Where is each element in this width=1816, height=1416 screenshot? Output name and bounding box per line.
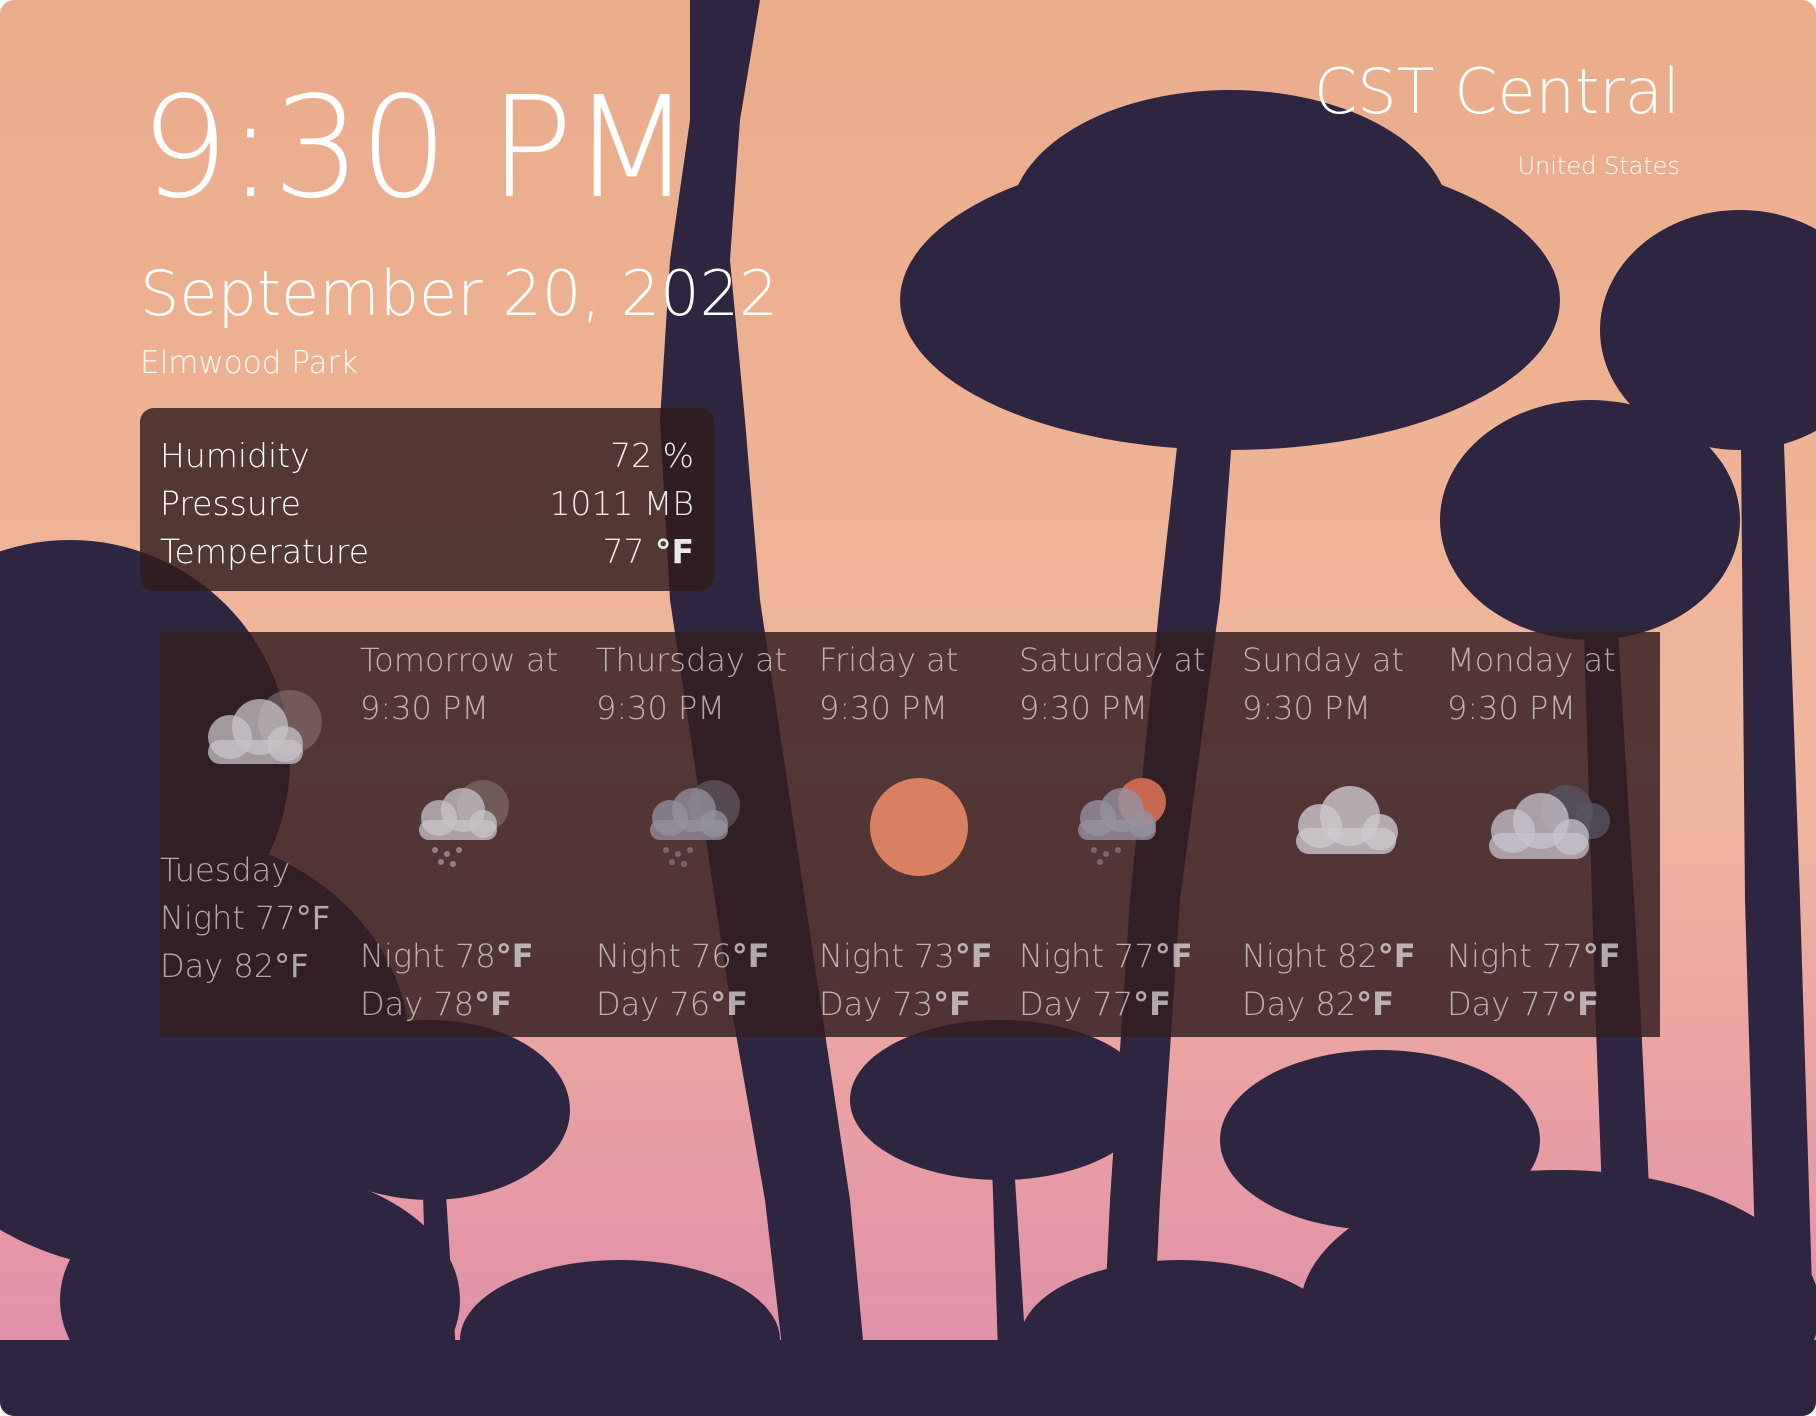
today-name: Tuesday: [160, 851, 291, 889]
rain-icon: [419, 780, 509, 867]
forecast-day: Friday at 9:30 PM Night 73°F Day 73°F: [819, 632, 1019, 1037]
forecast-day-temps: Night 77°F Day 77°F: [1019, 937, 1193, 1023]
temperature-row: Temperature 77 °F: [160, 528, 694, 576]
pressure-value: 1011 MB: [549, 484, 694, 523]
forecast-day-temps: Night 77°F Day 77°F: [1447, 937, 1621, 1023]
sun-cloud-rain-icon: [1078, 778, 1166, 865]
partly-cloudy-icon: [208, 690, 322, 764]
forecast-day-temps: Night 78°F Day 78°F: [360, 937, 534, 1023]
forecast-day-title: Tomorrow at 9:30 PM: [360, 641, 559, 727]
temperature-value: 77 °F: [602, 532, 694, 571]
forecast-today: Tuesday Night 77°F Day 82°F: [160, 632, 360, 1037]
location-name: Elmwood Park: [140, 345, 359, 381]
forecast-day-temps: Night 76°F Day 76°F: [596, 937, 770, 1023]
today-temps: Night 77°F Day 82°F: [160, 899, 331, 985]
humidity-label: Humidity: [160, 436, 310, 475]
forecast-day-title: Sunday at 9:30 PM: [1242, 641, 1405, 727]
current-date: September 20, 2022: [140, 257, 779, 330]
forecast-day-temps: Night 73°F Day 73°F: [819, 937, 993, 1023]
humidity-row: Humidity 72 %: [160, 432, 694, 480]
forecast-panel: Tuesday Night 77°F Day 82°F Tomorrow at 9…: [160, 632, 1660, 1037]
forecast-day-title: Friday at 9:30 PM: [819, 641, 959, 727]
timezone-name: CST Central: [1314, 55, 1680, 128]
temperature-label: Temperature: [160, 532, 370, 571]
forecast-day: Monday at 9:30 PM Night 77°F Day 77°F: [1447, 632, 1652, 1037]
pressure-label: Pressure: [160, 484, 301, 523]
forecast-day: Saturday at 9:30 PM Night 77°F Day 77°F: [1019, 632, 1241, 1037]
humidity-value: 72 %: [610, 436, 694, 475]
rain-dark-icon: [650, 780, 740, 867]
pressure-row: Pressure 1011 MB: [160, 480, 694, 528]
storm-cloud-icon: [1489, 785, 1610, 859]
forecast-day: Sunday at 9:30 PM Night 82°F Day 82°F: [1242, 632, 1447, 1037]
cloud-icon: [1296, 786, 1398, 854]
forecast-day-title: Monday at 9:30 PM: [1447, 641, 1616, 727]
forecast-day-temps: Night 82°F Day 82°F: [1242, 937, 1416, 1023]
forecast-day-title: Saturday at 9:30 PM: [1019, 641, 1206, 727]
current-time: 9:30 PM: [140, 67, 692, 230]
current-conditions-panel: Humidity 72 % Pressure 1011 MB Temperatu…: [140, 408, 714, 591]
country-name: United States: [1517, 152, 1680, 180]
sun-icon: [870, 778, 968, 876]
forecast-day: Tomorrow at 9:30 PM Night 78°F Day 78°F: [360, 632, 590, 1037]
forecast-day: Thursday at 9:30 PM Night 76°F Day 76°F: [596, 632, 816, 1037]
forecast-day-title: Thursday at 9:30 PM: [596, 641, 788, 727]
